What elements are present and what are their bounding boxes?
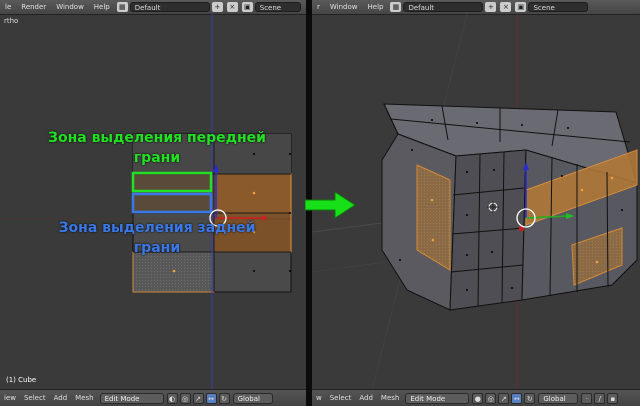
back-face-zone-line2: грани [133, 240, 181, 256]
rotate-icon[interactable]: ↻ [218, 392, 230, 404]
selected-left-face [416, 164, 451, 271]
menu-window[interactable]: Window [325, 0, 363, 14]
left-viewport-canvas[interactable] [0, 0, 306, 406]
mode-dropdown[interactable]: Edit Mode [99, 392, 164, 404]
scene-field[interactable]: Scene [528, 2, 589, 12]
menu-select[interactable]: Select [326, 390, 356, 406]
menu-help[interactable]: Help [363, 0, 389, 14]
dotted-face [132, 251, 215, 293]
selected-face-left [132, 173, 215, 214]
face-select-icon[interactable]: ▪ [607, 392, 619, 404]
object-name: (1) Cube [6, 376, 37, 384]
mesh-left-face [381, 133, 457, 311]
scene-field[interactable]: Scene [254, 2, 301, 12]
remove-layout-icon[interactable]: × [500, 2, 512, 12]
rotate-icon[interactable]: ↻ [524, 392, 536, 404]
right-viewport-pane: r Window Help ▦ Default + × ▣ Scene w Se… [312, 0, 640, 406]
transition-arrow [305, 190, 357, 220]
selected-right-face-strip [525, 149, 638, 226]
front-face-zone-line2: грани [133, 150, 181, 166]
menu-window[interactable]: Window [51, 0, 89, 14]
translate-icon[interactable]: ↔ [205, 392, 217, 404]
front-face-selection-box [131, 171, 213, 193]
scene-icon[interactable]: ▣ [515, 2, 527, 12]
menu-view[interactable]: iew [0, 390, 20, 406]
translate-icon[interactable]: ↔ [511, 392, 523, 404]
mode-dropdown[interactable]: Edit Mode [405, 392, 470, 404]
back-face-selection-box [131, 192, 213, 214]
arrow-right-icon [305, 191, 356, 219]
view-label: rtho [4, 17, 19, 25]
manipulator-toggle-icon[interactable]: ↗ [192, 392, 204, 404]
back-face-zone-line1: Зона выделения задней [58, 220, 256, 236]
menu-mesh[interactable]: Mesh [71, 390, 97, 406]
right-top-header: r Window Help ▦ Default + × ▣ Scene [312, 0, 640, 15]
manipulator-toggle-icon[interactable]: ↗ [498, 392, 510, 404]
scene-icon[interactable]: ▣ [241, 2, 253, 12]
menu-add[interactable]: Add [355, 390, 377, 406]
add-layout-icon[interactable]: + [211, 2, 223, 12]
left-bottom-header: iew Select Add Mesh Edit Mode ◐ ◎ ↗ ↔ ↻ … [0, 389, 306, 406]
selected-face-top [213, 173, 292, 214]
edge-select-icon[interactable]: / [594, 392, 606, 404]
selected-right-face-dotted [571, 227, 623, 286]
mesh-top-face [383, 103, 638, 184]
pivot-icon[interactable]: ◎ [485, 392, 497, 404]
menu-mesh[interactable]: Mesh [377, 390, 403, 406]
orientation-dropdown[interactable]: Global [232, 392, 273, 404]
layout-field[interactable]: Default [129, 2, 210, 12]
menu-help[interactable]: Help [89, 0, 115, 14]
menu-render[interactable]: r [312, 0, 325, 14]
add-layout-icon[interactable]: + [485, 2, 497, 12]
layout-grid-icon[interactable]: ▦ [390, 2, 402, 12]
vertex-select-icon[interactable]: · [581, 392, 593, 404]
menu-file[interactable]: le [0, 0, 16, 14]
menu-view[interactable]: w [312, 390, 326, 406]
layout-field[interactable]: Default [403, 2, 484, 12]
shading-dropdown-icon[interactable]: ● [472, 392, 484, 404]
layout-grid-icon[interactable]: ▦ [116, 2, 128, 12]
right-bottom-header: w Select Add Mesh Edit Mode ● ◎ ↗ ↔ ↻ Gl… [312, 389, 640, 406]
back-face-zone-label: Зона выделения задней грани [12, 218, 302, 258]
mesh-front-face [449, 149, 527, 311]
remove-layout-icon[interactable]: × [226, 2, 238, 12]
pivot-icon[interactable]: ◎ [179, 392, 191, 404]
left-top-header: le Render Window Help ▦ Default + × ▣ Sc… [0, 0, 306, 15]
pivot-cursor [488, 202, 498, 212]
shading-dropdown-icon[interactable]: ◐ [166, 392, 178, 404]
right-viewport-canvas[interactable] [312, 0, 640, 406]
menu-select[interactable]: Select [20, 390, 50, 406]
menu-add[interactable]: Add [50, 390, 72, 406]
orientation-dropdown[interactable]: Global [538, 392, 579, 404]
front-face-zone-line1: Зона выделения передней [48, 130, 266, 146]
front-face-zone-label: Зона выделения передней грани [12, 128, 302, 168]
menu-render[interactable]: Render [16, 0, 51, 14]
mesh-right-face [521, 149, 638, 301]
3d-cursor [516, 208, 536, 228]
left-viewport-pane: le Render Window Help ▦ Default + × ▣ Sc… [0, 0, 306, 406]
